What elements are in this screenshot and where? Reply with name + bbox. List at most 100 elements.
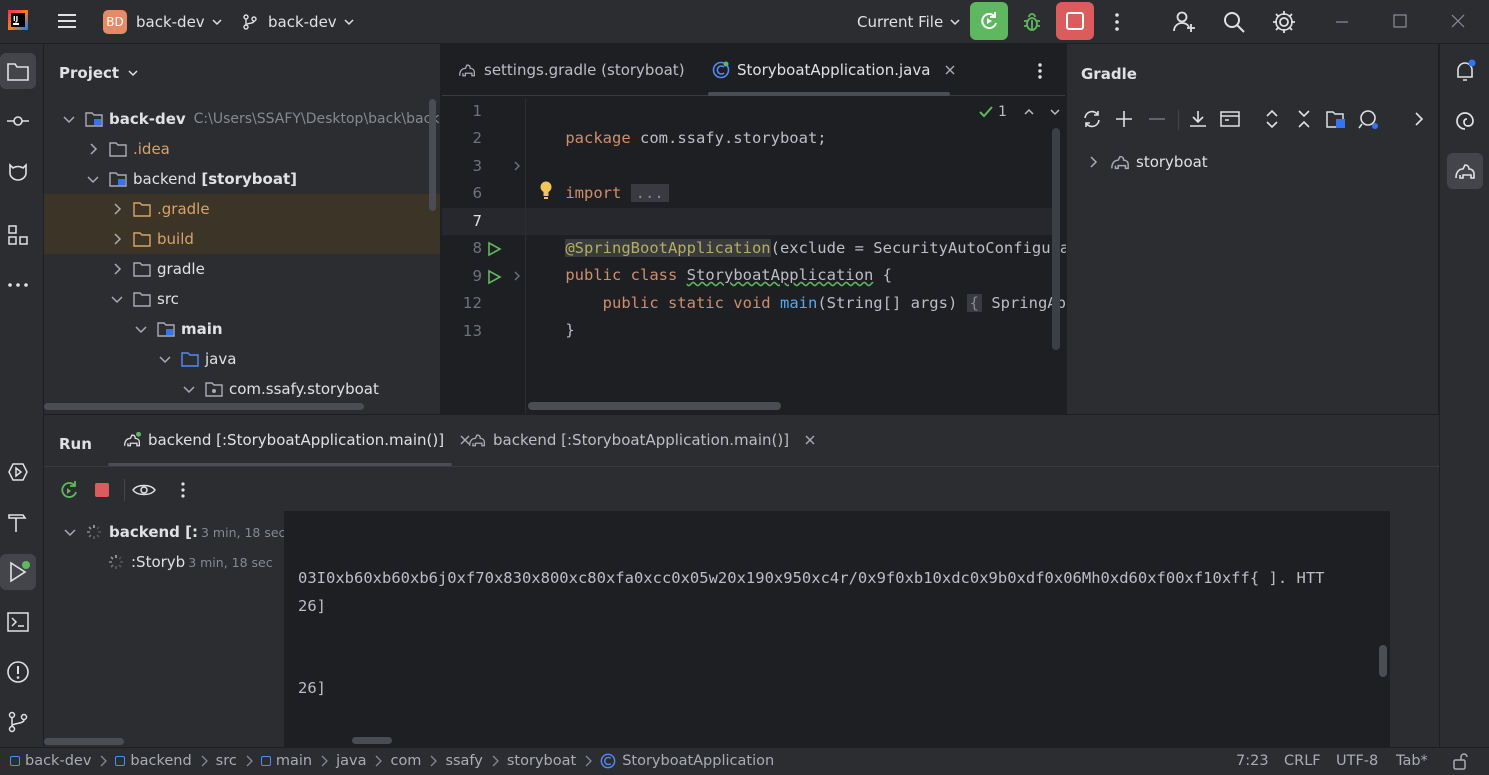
more-tools-button[interactable] — [0, 267, 36, 303]
tab-actions-icon[interactable] — [1032, 60, 1048, 82]
inspection-widget[interactable]: 1 — [978, 104, 1061, 120]
breadcrumb-item[interactable]: storyboat — [507, 753, 576, 769]
line-separator[interactable]: CRLF — [1284, 753, 1321, 769]
breadcrumb-item[interactable]: java — [336, 753, 366, 769]
project-widget[interactable]: BD back-dev — [103, 8, 223, 36]
breadcrumb-item[interactable]: ssafy — [445, 753, 482, 769]
download-icon[interactable] — [1187, 108, 1209, 130]
chevron-right-icon — [1090, 156, 1098, 168]
tree-item-backend[interactable]: backend [storyboat] — [44, 164, 440, 194]
folded-region[interactable]: ... — [630, 184, 669, 202]
terminal-tool-button[interactable] — [0, 604, 36, 640]
console-horizontal-scrollbar[interactable] — [352, 737, 392, 744]
tab-storyboat-application[interactable]: StoryboatApplication.java — [712, 44, 956, 96]
stop-icon[interactable] — [92, 480, 112, 500]
close-icon[interactable] — [944, 64, 956, 76]
run-config-selector[interactable]: Current File — [857, 8, 961, 36]
gradle-tree-item[interactable]: storyboat — [1087, 152, 1208, 172]
editor-vertical-scrollbar[interactable] — [1052, 128, 1060, 350]
git-tool-button[interactable] — [0, 704, 36, 740]
tree-item-java[interactable]: java — [44, 344, 440, 374]
build-tool-button[interactable] — [0, 504, 36, 540]
vcs-branch-widget[interactable]: back-dev — [241, 8, 355, 36]
folded-region[interactable]: { — [966, 294, 982, 312]
more-actions-icon[interactable] — [176, 479, 190, 501]
debug-button[interactable] — [1016, 6, 1048, 38]
run-tab-1[interactable]: backend [:StoryboatApplication.main()] — [122, 431, 471, 449]
breadcrumb-item[interactable]: src — [216, 753, 237, 769]
run-tree-item[interactable]: backend [: 3 min, 18 sec — [64, 523, 285, 541]
structure-tool-button[interactable] — [0, 217, 36, 253]
tree-item-gradle[interactable]: gradle — [44, 254, 440, 284]
maximize-button[interactable] — [1388, 10, 1412, 32]
terminal-icon — [7, 612, 29, 632]
tree-item-dot-gradle[interactable]: .gradle — [44, 194, 440, 224]
unlock-icon[interactable] — [1451, 752, 1469, 770]
link-project-icon[interactable] — [1325, 108, 1347, 130]
close-icon[interactable] — [804, 434, 816, 446]
plus-icon[interactable] — [1113, 108, 1135, 130]
services-tool-button[interactable] — [0, 454, 36, 490]
analyze-dependencies-icon[interactable] — [1357, 108, 1379, 130]
collapse-all-icon[interactable] — [1293, 108, 1315, 130]
chevron-down-icon[interactable] — [1049, 106, 1061, 118]
fold-chevron-icon[interactable] — [512, 271, 522, 281]
run-tab-2[interactable]: backend [:StoryboatApplication.main()] — [467, 431, 816, 449]
vertical-scrollbar[interactable] — [429, 99, 436, 211]
gradle-tool-button[interactable] — [1447, 153, 1483, 189]
pull-requests-tool-button[interactable] — [0, 153, 36, 189]
project-view-selector[interactable]: Project — [59, 64, 139, 82]
tree-item-build[interactable]: build — [44, 224, 440, 254]
horizontal-scrollbar[interactable] — [44, 403, 364, 410]
tree-item-package[interactable]: com.ssafy.storyboat — [44, 374, 440, 404]
run-gutter-icon[interactable] — [486, 269, 502, 285]
gradle-project-label: storyboat — [1136, 153, 1208, 171]
editor-horizontal-scrollbar[interactable] — [528, 402, 781, 410]
reload-icon[interactable] — [1081, 108, 1103, 130]
execute-task-icon[interactable] — [1219, 108, 1241, 130]
indent-setting[interactable]: Tab* — [1396, 753, 1428, 769]
breadcrumb-item[interactable]: backend — [130, 753, 191, 769]
search-icon[interactable] — [1221, 9, 1247, 35]
eye-icon[interactable] — [132, 479, 156, 501]
code-with-me-icon[interactable] — [1171, 9, 1197, 35]
chevron-up-icon[interactable] — [1023, 106, 1035, 118]
stop-button[interactable] — [1056, 2, 1094, 40]
code-area[interactable]: 1 2 3 6 7 8 9 12 13 package com.ssafy.st… — [442, 98, 1075, 414]
tree-item-idea[interactable]: .idea — [44, 134, 440, 164]
app-logo-icon[interactable]: IJ — [8, 10, 28, 30]
caret-position[interactable]: 7:23 — [1236, 753, 1269, 769]
notifications-tool-button[interactable] — [1447, 53, 1483, 89]
run-tree-scrollbar[interactable] — [44, 738, 124, 745]
breadcrumb-item[interactable]: StoryboatApplication — [622, 753, 774, 769]
breadcrumb-item[interactable]: main — [276, 753, 312, 769]
fold-chevron-icon[interactable] — [512, 161, 522, 171]
commit-tool-button[interactable] — [0, 103, 36, 139]
tree-item-main[interactable]: main — [44, 314, 440, 344]
close-window-button[interactable] — [1446, 10, 1470, 32]
breadcrumb-item[interactable]: com — [390, 753, 421, 769]
tree-item-src[interactable]: src — [44, 284, 440, 314]
breadcrumb-item[interactable]: back-dev — [25, 753, 91, 769]
main-menu-icon[interactable] — [56, 10, 78, 32]
more-actions-icon[interactable] — [1108, 10, 1126, 34]
ai-assistant-tool-button[interactable] — [1447, 103, 1483, 139]
minus-icon[interactable] — [1146, 108, 1168, 130]
console-output[interactable]: 03I0xb60xb60xb6j0xf70x830x800xc80xfa0xcc… — [284, 511, 1390, 747]
rerun-icon[interactable] — [58, 479, 80, 501]
minimize-button[interactable] — [1330, 12, 1354, 32]
expand-all-icon[interactable] — [1261, 108, 1283, 130]
problems-tool-button[interactable] — [0, 654, 36, 690]
chevron-right-icon[interactable] — [1411, 110, 1427, 128]
project-tool-button[interactable] — [0, 53, 36, 89]
console-vertical-scrollbar[interactable] — [1379, 645, 1387, 677]
rerun-button[interactable] — [970, 2, 1008, 40]
tab-settings-gradle[interactable]: settings.gradle (storyboat) — [457, 44, 685, 96]
run-gutter-icon[interactable] — [486, 241, 502, 257]
file-encoding[interactable]: UTF-8 — [1336, 753, 1378, 769]
tree-item-back-dev[interactable]: back-dev C:\Users\SSAFY\Desktop\back\bac… — [44, 104, 440, 134]
gear-icon[interactable] — [1271, 9, 1297, 35]
run-tree-time: 3 min, 18 sec — [201, 524, 286, 540]
run-tool-button[interactable] — [0, 554, 36, 590]
run-tree-item[interactable]: :Storyb 3 min, 18 sec — [108, 553, 273, 571]
